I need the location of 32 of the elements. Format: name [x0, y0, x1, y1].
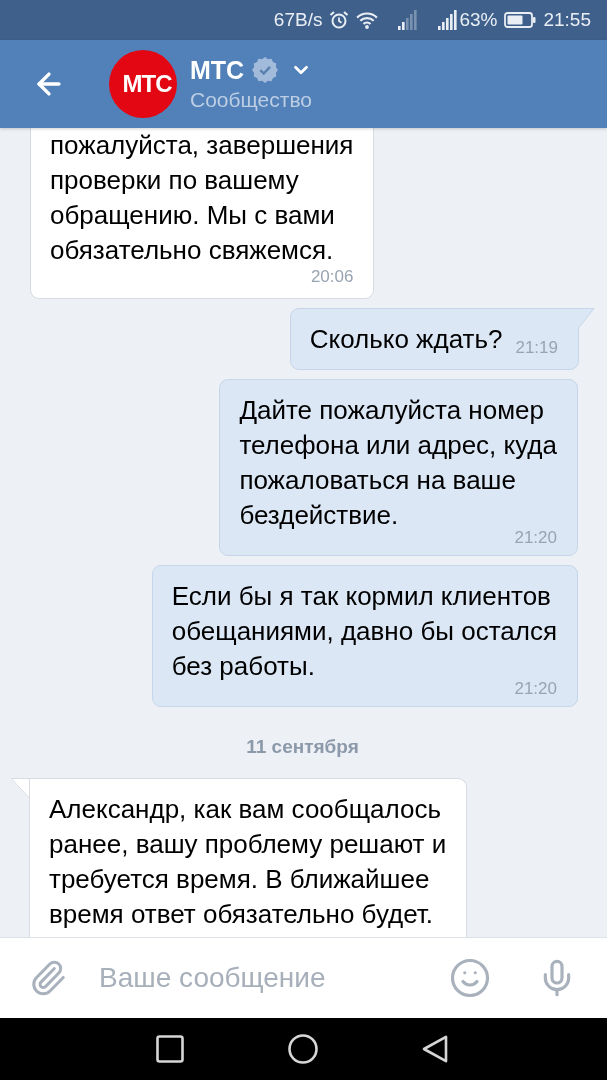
signal-icon: [398, 10, 419, 30]
chat-subtitle: Сообщество: [190, 87, 313, 113]
message-text: Если бы я так кормил клиентов обещаниями, давно бы остался без работы.: [171, 580, 557, 682]
smiley-icon: [449, 957, 491, 999]
overview-button[interactable]: [155, 1035, 184, 1063]
home-button[interactable]: [287, 1034, 318, 1064]
message-time: 21:20: [514, 680, 557, 698]
battery-percent: 63%: [459, 9, 498, 31]
signal-icon: [438, 10, 459, 30]
square-icon: [155, 1035, 184, 1063]
network-speed: 67B/s: [273, 9, 323, 31]
paperclip-icon: [29, 959, 67, 997]
attach-button[interactable]: [29, 959, 67, 997]
message-time: 20:06: [310, 268, 354, 286]
status-time: 21:55: [543, 9, 591, 31]
date-label: 11 сентября: [246, 735, 359, 759]
battery-icon: [504, 12, 537, 28]
message-time: 21:20: [514, 529, 557, 547]
circle-icon: [287, 1034, 318, 1064]
alarm-icon: [329, 10, 350, 30]
logo-text: МТС: [122, 72, 172, 96]
back-nav-button[interactable]: [421, 1035, 448, 1063]
chat-title[interactable]: МТС: [190, 55, 245, 85]
message-text: Дайте пожалуйста номер телефона или адрес, куда пожаловаться на ваше бездействие.: [239, 394, 557, 531]
message-text: Александр, как вам сообщалось ранее, вашу проблему решают и требуется время. В ближайшее время ответ обязательно будет.: [49, 793, 447, 931]
message-text: Сколько ждать?: [309, 323, 503, 356]
message-composer[interactable]: Ваше сообщение: [0, 937, 607, 1018]
emoji-button[interactable]: [449, 957, 491, 999]
message-text: пожалуйста, завершения проверки по вашему обращению. Мы с вами обязательно свяжемся.: [50, 129, 354, 267]
triangle-back-icon: [421, 1035, 448, 1063]
message-time: 21:19: [515, 339, 558, 357]
wifi-icon: [356, 11, 379, 29]
